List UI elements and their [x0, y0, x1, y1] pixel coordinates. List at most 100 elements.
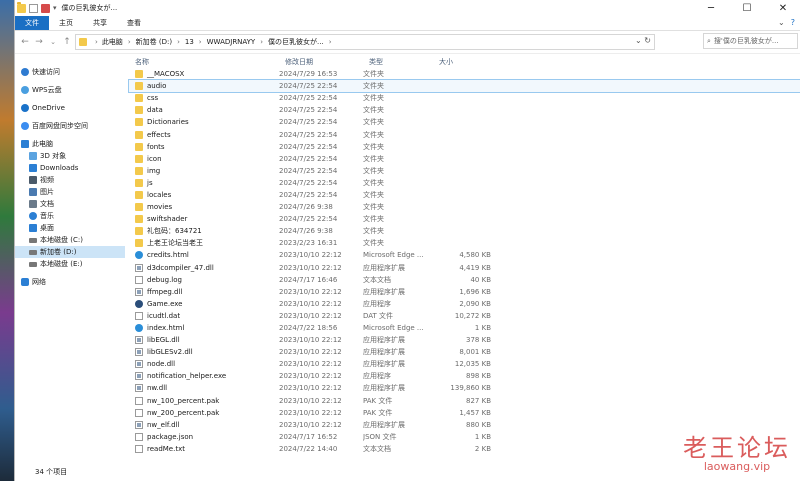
table-row[interactable]: debug.log 2024/7/17 16:46 文本文档 40 KB — [129, 274, 800, 286]
up-arrow-icon[interactable]: ↑ — [61, 35, 73, 49]
minimize-button[interactable]: ─ — [693, 0, 729, 16]
table-row[interactable]: icudtl.dat 2023/10/10 22:12 DAT 文件 10,272 K… — [129, 310, 800, 322]
tab-home[interactable]: 主页 — [49, 16, 83, 30]
chevron-down-icon[interactable]: ⌄ — [778, 18, 785, 27]
table-row[interactable]: index.html 2024/7/22 18:56 Microsoft Edge … — [129, 322, 800, 334]
file-name: node.dll — [147, 360, 176, 369]
table-row[interactable]: credits.html 2023/10/10 22:12 Microsoft Ed… — [129, 249, 800, 261]
file-type: 应用程序 — [363, 372, 391, 381]
computer-icon — [21, 140, 29, 148]
file-size: 1 KB — [474, 324, 491, 333]
file-type: 文本文档 — [363, 275, 391, 284]
table-row[interactable]: nw_100_percent.pak 2023/10/10 22:12 PAK 文件… — [129, 395, 800, 407]
nav-item-desktop[interactable]: 桌面 — [15, 222, 125, 234]
table-row[interactable]: css 2024/7/25 22:54 文件夹 — [129, 92, 800, 104]
breadcrumb-item[interactable]: 此电脑 — [102, 37, 123, 47]
nav-item-documents[interactable]: 文档 — [15, 198, 125, 210]
table-row[interactable]: __MACOSX 2024/7/29 16:53 文件夹 — [129, 68, 800, 80]
table-row[interactable]: Game.exe 2023/10/10 22:12 应用程序 2,090 KB — [129, 298, 800, 310]
file-type: 文本文档 — [363, 444, 391, 453]
nav-label: 视频 — [40, 176, 54, 184]
table-row[interactable]: movies 2024/7/26 9:38 文件夹 — [129, 201, 800, 213]
recent-chevron-icon[interactable]: ⌄ — [47, 35, 59, 49]
table-row[interactable]: d3dcompiler_47.dll 2023/10/10 22:12 应用程序扩展… — [129, 262, 800, 274]
nav-item-wps-cloud[interactable]: WPS云盘 — [15, 84, 125, 96]
maximize-button[interactable]: ☐ — [729, 0, 765, 16]
ribbon-right-controls: ⌄ ? — [778, 18, 795, 27]
search-placeholder: 搜'僕の巨乳彼女が... — [713, 37, 779, 45]
tab-view[interactable]: 查看 — [117, 16, 151, 30]
column-header-date[interactable]: 修改日期 — [285, 57, 369, 67]
nav-item-baidu-sync[interactable]: 百度网盘同步空间 — [15, 120, 125, 132]
table-row[interactable]: libEGL.dll 2023/10/10 22:12 应用程序扩展 378 KB — [129, 334, 800, 346]
search-input[interactable]: ⌕ 搜'僕の巨乳彼女が... — [703, 33, 798, 49]
chevron-down-icon[interactable]: ▾ — [53, 4, 57, 12]
nav-item-downloads[interactable]: Downloads — [15, 162, 125, 174]
nav-item-pictures[interactable]: 图片 — [15, 186, 125, 198]
nav-label: 百度网盘同步空间 — [32, 122, 88, 130]
nav-label: WPS云盘 — [32, 86, 62, 94]
table-row[interactable]: locales 2024/7/25 22:54 文件夹 — [129, 189, 800, 201]
refresh-icon[interactable]: ⌄ ↻ — [635, 36, 651, 45]
table-row[interactable]: nw.dll 2023/10/10 22:12 应用程序扩展 139,860 KB — [129, 382, 800, 394]
nav-item-drive-d[interactable]: 新加卷 (D:) — [15, 246, 125, 258]
table-row[interactable]: audio 2024/7/25 22:54 文件夹 — [128, 79, 800, 94]
close-button[interactable]: ✕ — [765, 0, 800, 16]
table-row[interactable]: libGLESv2.dll 2023/10/10 22:12 应用程序扩展 8,001… — [129, 346, 800, 358]
nav-item-music[interactable]: 音乐 — [15, 210, 125, 222]
table-row[interactable]: js 2024/7/25 22:54 文件夹 — [129, 177, 800, 189]
file-type: 应用程序扩展 — [363, 336, 405, 345]
table-row[interactable]: data 2024/7/25 22:54 文件夹 — [129, 104, 800, 116]
table-row[interactable]: 上老王论坛当老王 2023/2/23 16:31 文件夹 — [129, 237, 800, 249]
help-icon[interactable]: ? — [791, 18, 795, 27]
breadcrumb-item[interactable]: 僕の巨乳彼女が... — [268, 37, 324, 47]
breadcrumb-item[interactable]: 13 — [185, 38, 194, 46]
file-type: 文件夹 — [363, 178, 384, 187]
column-header-type[interactable]: 类型 — [369, 57, 439, 67]
table-row[interactable]: nw_200_percent.pak 2023/10/10 22:12 PAK 文件… — [129, 407, 800, 419]
cloud-icon — [21, 122, 29, 130]
chevron-right-icon: › — [95, 38, 98, 46]
vertical-scrollbar[interactable] — [793, 58, 799, 458]
forward-arrow-icon[interactable]: → — [33, 35, 45, 49]
table-row[interactable]: effects 2024/7/25 22:54 文件夹 — [129, 128, 800, 140]
nav-item-drive-e[interactable]: 本地磁盘 (E:) — [15, 258, 125, 270]
nav-item-quick-access[interactable]: 快速访问 — [15, 66, 125, 78]
column-header-size[interactable]: 大小 — [439, 57, 499, 67]
table-row[interactable]: 礼包码：634721 2024/7/26 9:38 文件夹 — [129, 225, 800, 237]
file-date: 2024/7/25 22:54 — [279, 94, 338, 103]
nav-item-drive-c[interactable]: 本地磁盘 (C:) — [15, 234, 125, 246]
new-folder-icon[interactable] — [41, 3, 50, 13]
nav-item-3d-objects[interactable]: 3D 对象 — [15, 150, 125, 162]
picture-icon — [29, 188, 37, 196]
drive-icon — [29, 237, 37, 243]
table-row[interactable]: swiftshader 2024/7/25 22:54 文件夹 — [129, 213, 800, 225]
table-row[interactable]: fonts 2024/7/25 22:54 文件夹 — [129, 141, 800, 153]
properties-icon[interactable] — [29, 3, 38, 13]
file-name-cell: movies — [129, 203, 279, 212]
nav-item-network[interactable]: 网络 — [15, 276, 125, 288]
file-icon — [135, 444, 143, 453]
table-row[interactable]: img 2024/7/25 22:54 文件夹 — [129, 165, 800, 177]
file-name: Game.exe — [147, 299, 183, 308]
back-arrow-icon[interactable]: ← — [19, 35, 31, 49]
tab-share[interactable]: 共享 — [83, 16, 117, 30]
table-row[interactable]: notification_helper.exe 2023/10/10 22:12 应… — [129, 370, 800, 382]
table-row[interactable]: node.dll 2023/10/10 22:12 应用程序扩展 12,035 KB — [129, 358, 800, 370]
watermark-url: laowang.vip — [703, 460, 771, 473]
table-row[interactable]: ffmpeg.dll 2023/10/10 22:12 应用程序扩展 1,696 KB — [129, 286, 800, 298]
tab-file[interactable]: 文件 — [15, 16, 49, 30]
file-date: 2023/10/10 22:12 — [279, 336, 342, 345]
nav-item-videos[interactable]: 视频 — [15, 174, 125, 186]
file-type: 文件夹 — [363, 94, 384, 103]
address-bar[interactable]: › 此电脑 › 新加卷 (D:) › 13 › WWADJRNAYY › 僕の巨乳彼女が… — [75, 34, 655, 50]
table-row[interactable]: Dictionaries 2024/7/25 22:54 文件夹 — [129, 116, 800, 128]
nav-item-this-pc[interactable]: 此电脑 — [15, 138, 125, 150]
folder-icon[interactable] — [17, 1, 26, 13]
column-header-name[interactable]: 名称 — [129, 57, 285, 67]
nav-item-onedrive[interactable]: OneDrive — [15, 102, 125, 114]
table-row[interactable]: icon 2024/7/25 22:54 文件夹 — [129, 153, 800, 165]
breadcrumb-item[interactable]: WWADJRNAYY — [207, 38, 256, 46]
file-name-cell: notification_helper.exe — [129, 372, 279, 381]
breadcrumb-item[interactable]: 新加卷 (D:) — [136, 37, 172, 47]
